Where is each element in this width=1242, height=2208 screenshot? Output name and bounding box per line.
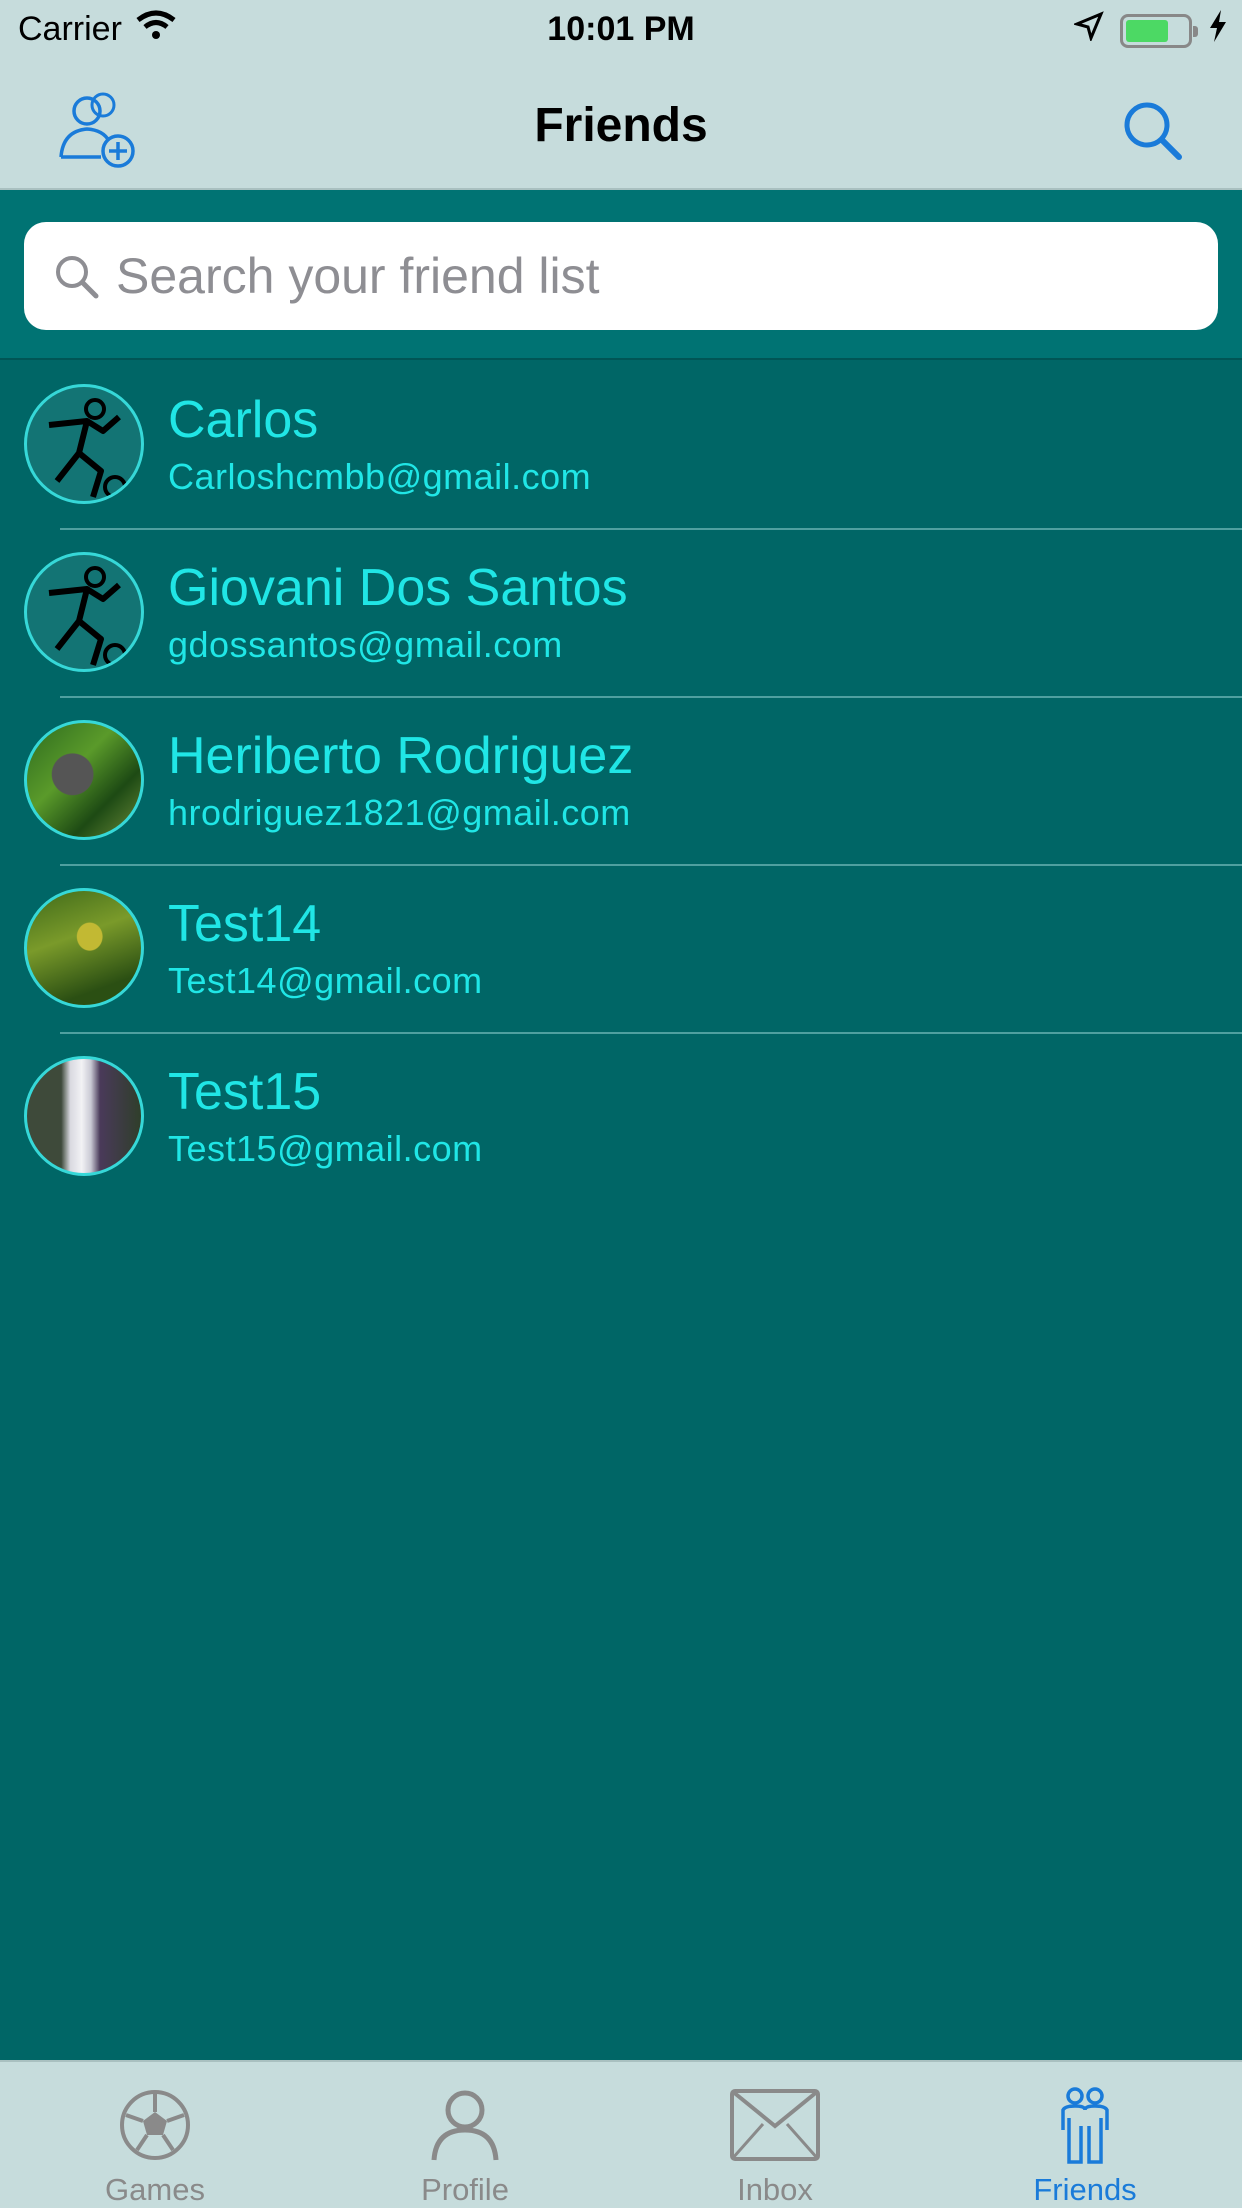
tab-bar: Games Profile Inbox Friends xyxy=(0,2060,1242,2208)
friend-row[interactable]: Heriberto Rodriguez hrodriguez1821@gmail… xyxy=(0,698,1242,866)
friend-email: gdossantos@gmail.com xyxy=(168,624,563,665)
soccer-player-icon xyxy=(24,384,144,504)
nav-bar: Friends xyxy=(0,60,1242,190)
avatar-photo xyxy=(24,888,144,1008)
friend-name: Giovani Dos Santos xyxy=(168,559,628,617)
tab-profile[interactable]: Profile xyxy=(310,2062,620,2208)
friend-email: hrodriguez1821@gmail.com xyxy=(168,792,631,833)
friend-row[interactable]: Carlos Carloshcmbb@gmail.com xyxy=(0,362,1242,530)
search-field[interactable] xyxy=(24,222,1218,330)
friend-email: Test15@gmail.com xyxy=(168,1128,483,1169)
avatar-photo xyxy=(24,1056,144,1176)
friends-icon xyxy=(1037,2082,1133,2168)
tab-friends[interactable]: Friends xyxy=(930,2062,1240,2208)
soccer-ball-icon xyxy=(107,2082,203,2168)
tab-label: Inbox xyxy=(737,2172,813,2207)
friend-row[interactable]: Test15 Test15@gmail.com xyxy=(0,1034,1242,1202)
search-button[interactable] xyxy=(1108,88,1198,178)
tab-label: Games xyxy=(105,2172,205,2207)
friend-name: Test14 xyxy=(168,895,322,953)
friend-row[interactable]: Test14 Test14@gmail.com xyxy=(0,866,1242,1034)
friend-name: Heriberto Rodriguez xyxy=(168,727,634,785)
page-title: Friends xyxy=(534,99,708,152)
soccer-player-icon xyxy=(24,552,144,672)
friend-name: Carlos xyxy=(168,391,319,449)
tab-inbox[interactable]: Inbox xyxy=(620,2062,930,2208)
tab-games[interactable]: Games xyxy=(0,2062,310,2208)
status-right xyxy=(1072,10,1228,51)
tab-label: Friends xyxy=(1033,2172,1137,2207)
mail-icon xyxy=(727,2082,823,2168)
location-arrow-icon xyxy=(1072,11,1104,50)
friend-email: Test14@gmail.com xyxy=(168,960,483,1001)
charging-bolt-icon xyxy=(1208,10,1228,51)
search-input[interactable] xyxy=(116,247,1196,305)
battery-icon xyxy=(1120,13,1198,48)
person-icon xyxy=(417,2082,513,2168)
tab-label: Profile xyxy=(421,2172,509,2207)
avatar-photo xyxy=(24,720,144,840)
friend-name: Test15 xyxy=(168,1063,322,1121)
friends-list: Carlos Carloshcmbb@gmail.com Giovani Dos… xyxy=(0,362,1242,1202)
status-bar: Carrier 10:01 PM xyxy=(0,0,1242,60)
search-icon xyxy=(1121,99,1185,168)
magnifier-icon xyxy=(46,246,106,306)
search-bar-container xyxy=(0,190,1242,360)
status-time: 10:01 PM xyxy=(547,10,695,48)
friend-email: Carloshcmbb@gmail.com xyxy=(168,456,592,497)
friend-row[interactable]: Giovani Dos Santos gdossantos@gmail.com xyxy=(0,530,1242,698)
